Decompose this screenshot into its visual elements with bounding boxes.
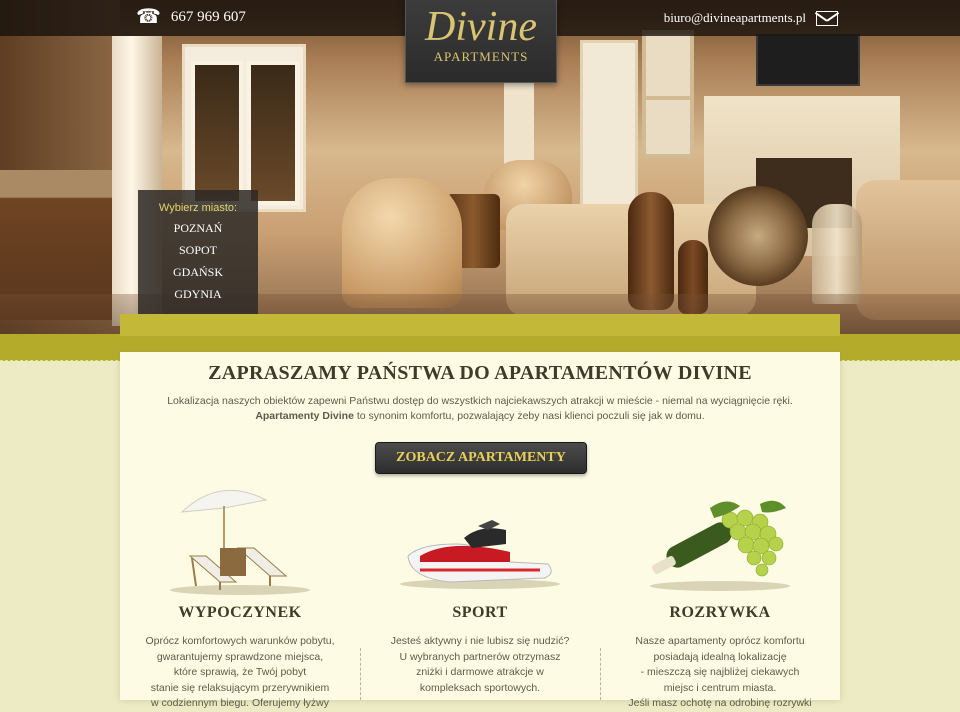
- email-contact[interactable]: biuro@divineapartments.pl: [664, 10, 838, 26]
- hero-tv: [756, 34, 860, 86]
- phone-number: 667 969 607: [170, 8, 246, 25]
- wine-grapes-icon: [650, 500, 790, 591]
- hero-glass-candle: [812, 204, 862, 304]
- feature-sport-text: Jesteś aktywny i nie lubisz się nudzić? …: [390, 635, 570, 694]
- page-title: ZAPRASZAMY PAŃSTWA DO APARTAMENTÓW DIVIN…: [208, 362, 752, 384]
- city-item-gdynia[interactable]: GDYNIA: [138, 287, 258, 302]
- logo-text: Divine: [425, 4, 537, 50]
- feature-sport-title: SPORT: [452, 604, 508, 621]
- city-menu-label: Wybierz miasto:: [158, 202, 238, 214]
- hero-door-right: [580, 40, 638, 218]
- phone-contact[interactable]: ☎ 667 969 607: [136, 6, 246, 28]
- email-address: biuro@divineapartments.pl: [663, 10, 806, 25]
- hero-armchair: [342, 178, 462, 308]
- intro-line-1: Lokalizacja naszych obiektów zapewni Pań…: [167, 395, 793, 407]
- main-content: ZAPRASZAMY PAŃSTWA DO APARTAMENTÓW DIVIN…: [120, 352, 840, 709]
- city-item-poznan[interactable]: POZNAŃ: [138, 221, 258, 236]
- city-item-gdansk[interactable]: GDAŃSK: [138, 265, 258, 280]
- column-divider: [600, 648, 601, 700]
- hero-door: [182, 44, 306, 212]
- accent-band-top: [120, 314, 840, 336]
- feature-entertainment-title: ROZRYWKA: [669, 604, 771, 621]
- view-apartments-button[interactable]: ZOBACZ APARTAMENTY: [375, 442, 587, 474]
- hero-wall-frame: [642, 30, 694, 102]
- envelope-icon: [816, 10, 838, 26]
- intro-brand: Apartamenty Divine: [255, 410, 354, 422]
- phone-icon: ☎: [136, 6, 161, 28]
- hero-decor-plate: [708, 186, 808, 286]
- city-menu: Wybierz miasto: POZNAŃ SOPOT GDAŃSK GDYN…: [138, 190, 258, 314]
- hero-vase: [628, 192, 674, 310]
- column-divider: [360, 648, 361, 700]
- intro-line-2-rest: to synonim komfortu, pozwalający żeby na…: [353, 410, 705, 422]
- feature-relax-title: WYPOCZYNEK: [178, 604, 302, 621]
- city-item-sopot[interactable]: SOPOT: [138, 243, 258, 258]
- intro-text: Lokalizacja naszych obiektów zapewni Pań…: [120, 394, 840, 424]
- hero-wall-frame: [642, 96, 694, 158]
- sunbed-umbrella-icon: [170, 489, 310, 595]
- logo-subtitle: APARTMENTS: [433, 49, 529, 64]
- intro-line-2: Apartamenty Divine to synonim komfortu, …: [120, 409, 840, 424]
- site-logo[interactable]: Divine APARTMENTS: [405, 0, 557, 83]
- jetski-icon: [400, 520, 560, 589]
